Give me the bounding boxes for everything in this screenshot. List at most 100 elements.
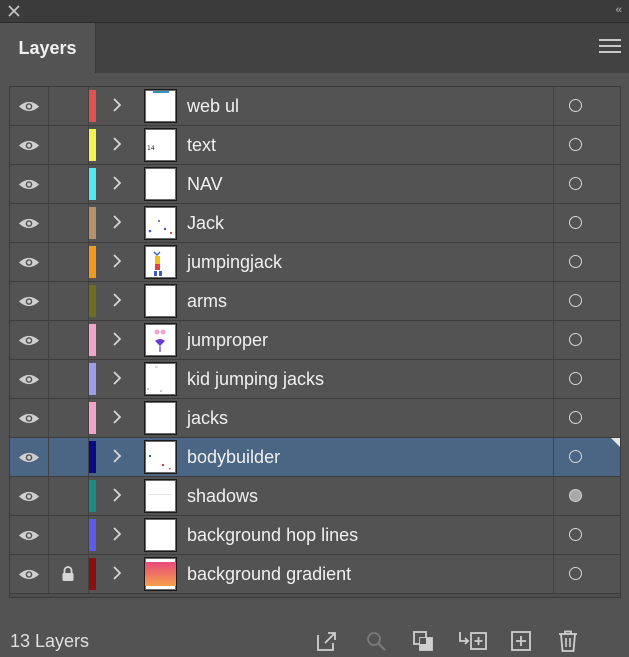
chevron-right-icon[interactable]	[111, 252, 123, 270]
layer-name[interactable]: bodybuilder	[187, 447, 280, 468]
layer-name[interactable]: shadows	[187, 486, 258, 507]
eye-icon[interactable]	[18, 256, 40, 269]
chevron-right-icon[interactable]	[111, 213, 123, 231]
chevron-right-icon[interactable]	[111, 408, 123, 426]
close-icon[interactable]	[6, 3, 22, 19]
target-circle-icon[interactable]	[569, 99, 582, 112]
layer-row[interactable]: arms	[10, 282, 620, 321]
visibility-toggle[interactable]	[10, 438, 49, 476]
layer-row[interactable]: web ul	[10, 87, 620, 126]
target-circle-icon[interactable]	[569, 489, 582, 502]
layer-name[interactable]: background hop lines	[187, 525, 358, 546]
chevron-right-icon[interactable]	[111, 486, 123, 504]
visibility-toggle[interactable]	[10, 87, 49, 125]
layer-name[interactable]: NAV	[187, 174, 223, 195]
eye-icon[interactable]	[18, 490, 40, 503]
lock-toggle[interactable]	[48, 321, 89, 359]
layer-name[interactable]: kid jumping jacks	[187, 369, 324, 390]
visibility-toggle[interactable]	[10, 243, 49, 281]
lock-toggle[interactable]	[48, 165, 89, 203]
target-circle-icon[interactable]	[569, 450, 582, 463]
lock-toggle[interactable]	[48, 360, 89, 398]
chevron-right-icon[interactable]	[111, 525, 123, 543]
lock-toggle[interactable]	[48, 477, 89, 515]
layer-name[interactable]: jacks	[187, 408, 228, 429]
eye-icon[interactable]	[18, 217, 40, 230]
eye-icon[interactable]	[18, 529, 40, 542]
chevron-right-icon[interactable]	[111, 174, 123, 192]
layer-name[interactable]: text	[187, 135, 216, 156]
chevron-right-icon[interactable]	[111, 447, 123, 465]
visibility-toggle[interactable]	[10, 555, 49, 593]
lock-toggle[interactable]	[48, 204, 89, 242]
locate-object-icon[interactable]	[364, 629, 388, 653]
lock-toggle[interactable]	[48, 87, 89, 125]
lock-icon[interactable]	[61, 566, 75, 582]
chevron-right-icon[interactable]	[111, 369, 123, 387]
target-circle-icon[interactable]	[569, 333, 582, 346]
layer-row[interactable]: jumproper	[10, 321, 620, 360]
layer-row[interactable]: background hop lines	[10, 516, 620, 555]
layer-name[interactable]: jumproper	[187, 330, 268, 351]
clipping-mask-icon[interactable]	[411, 629, 435, 653]
chevron-right-icon[interactable]	[111, 330, 123, 348]
eye-icon[interactable]	[18, 373, 40, 386]
lock-toggle[interactable]	[48, 282, 89, 320]
visibility-toggle[interactable]	[10, 321, 49, 359]
eye-icon[interactable]	[18, 295, 40, 308]
eye-icon[interactable]	[18, 139, 40, 152]
lock-toggle[interactable]	[48, 399, 89, 437]
layer-row[interactable]: background gradient	[10, 555, 620, 594]
visibility-toggle[interactable]	[10, 477, 49, 515]
chevron-right-icon[interactable]	[111, 564, 123, 582]
chevron-right-icon[interactable]	[111, 291, 123, 309]
layer-row[interactable]: 14 text	[10, 126, 620, 165]
layer-name[interactable]: Jack	[187, 213, 224, 234]
target-circle-icon[interactable]	[569, 294, 582, 307]
chevron-right-icon[interactable]	[111, 96, 123, 114]
visibility-toggle[interactable]	[10, 516, 49, 554]
layer-row[interactable]: bodybuilder	[10, 438, 620, 477]
target-circle-icon[interactable]	[569, 528, 582, 541]
layer-name[interactable]: arms	[187, 291, 227, 312]
target-circle-icon[interactable]	[569, 567, 582, 580]
eye-icon[interactable]	[18, 334, 40, 347]
eye-icon[interactable]	[18, 568, 40, 581]
layer-row[interactable]: shadows	[10, 477, 620, 516]
lock-toggle[interactable]	[48, 438, 89, 476]
visibility-toggle[interactable]	[10, 282, 49, 320]
visibility-toggle[interactable]	[10, 399, 49, 437]
panel-menu-icon[interactable]	[599, 39, 621, 57]
visibility-toggle[interactable]	[10, 165, 49, 203]
layer-name[interactable]: background gradient	[187, 564, 351, 585]
new-layer-icon[interactable]	[509, 629, 533, 653]
new-sublayer-icon[interactable]	[458, 629, 488, 653]
lock-toggle[interactable]	[48, 126, 89, 164]
eye-icon[interactable]	[18, 451, 40, 464]
layer-row[interactable]: jacks	[10, 399, 620, 438]
target-circle-icon[interactable]	[569, 138, 582, 151]
target-circle-icon[interactable]	[569, 177, 582, 190]
lock-toggle[interactable]	[48, 555, 89, 593]
target-circle-icon[interactable]	[569, 216, 582, 229]
target-circle-icon[interactable]	[569, 372, 582, 385]
layer-row[interactable]: kid jumping jacks	[10, 360, 620, 399]
visibility-toggle[interactable]	[10, 126, 49, 164]
collapse-panel-icon[interactable]: ‹‹	[616, 4, 622, 16]
lock-toggle[interactable]	[48, 516, 89, 554]
visibility-toggle[interactable]	[10, 360, 49, 398]
eye-icon[interactable]	[18, 412, 40, 425]
layer-name[interactable]: jumpingjack	[187, 252, 282, 273]
layer-row[interactable]: NAV	[10, 165, 620, 204]
layer-row[interactable]: jumpingjack	[10, 243, 620, 282]
trash-icon[interactable]	[556, 629, 580, 653]
tab-layers[interactable]: Layers	[0, 23, 96, 73]
target-circle-icon[interactable]	[569, 411, 582, 424]
export-icon[interactable]	[315, 629, 339, 653]
eye-icon[interactable]	[18, 100, 40, 113]
target-circle-icon[interactable]	[569, 255, 582, 268]
chevron-right-icon[interactable]	[111, 135, 123, 153]
layer-name[interactable]: web ul	[187, 96, 239, 117]
eye-icon[interactable]	[18, 178, 40, 191]
visibility-toggle[interactable]	[10, 204, 49, 242]
